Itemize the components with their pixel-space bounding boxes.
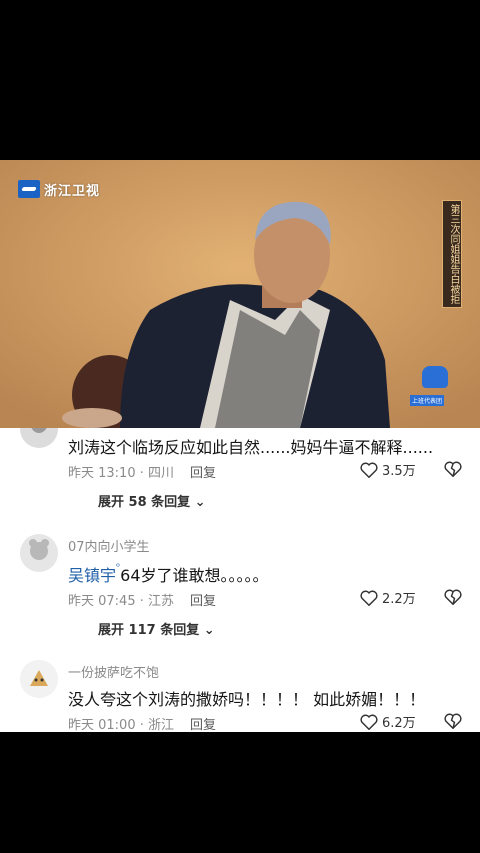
mention-link[interactable]: 吴镇宇 bbox=[68, 566, 116, 585]
heart-icon bbox=[360, 714, 378, 730]
vertical-title-banner: 第三次同姐姐告白被拒 bbox=[442, 200, 462, 308]
reply-button[interactable]: 回复 bbox=[190, 714, 216, 732]
show-badge: 上班代表团 bbox=[410, 366, 458, 406]
avatar[interactable] bbox=[20, 428, 58, 448]
expand-replies-button[interactable]: 展开 117 条回复 ⌄ bbox=[98, 619, 215, 638]
reply-button[interactable]: 回复 bbox=[190, 462, 216, 481]
heart-icon bbox=[360, 462, 378, 478]
comment-username[interactable]: 一份披萨吃不饱 bbox=[68, 662, 159, 681]
comment-text: 没人夸这个刘涛的撒娇吗！！！！ 如此娇媚！！！ bbox=[68, 690, 426, 709]
avatar[interactable] bbox=[20, 534, 58, 572]
comment-list: 刘涛这个临场反应如此自然......妈妈牛逼不解释...... 昨天 13:10… bbox=[0, 428, 480, 732]
broken-heart-icon[interactable] bbox=[444, 461, 462, 477]
comment-text: 吴镇宇ᵒ64岁了谁敢想。。。。。 bbox=[68, 562, 269, 585]
like-button[interactable]: 2.2万 bbox=[360, 588, 416, 607]
chevron-down-icon: ⌄ bbox=[190, 495, 206, 510]
like-button[interactable]: 3.5万 bbox=[360, 460, 416, 479]
channel-logo-icon bbox=[18, 180, 40, 198]
broken-heart-icon[interactable] bbox=[444, 713, 462, 729]
comment-meta: 昨天 13:10 · 四川 bbox=[68, 466, 175, 481]
video-frame bbox=[0, 160, 480, 428]
avatar-image bbox=[20, 534, 58, 572]
heart-icon bbox=[360, 590, 378, 606]
expand-replies-button[interactable]: 展开 58 条回复 ⌄ bbox=[98, 491, 206, 510]
avatar-image bbox=[20, 660, 58, 698]
like-button[interactable]: 6.2万 bbox=[360, 712, 416, 731]
reply-button[interactable]: 回复 bbox=[190, 590, 216, 609]
comment-text: 刘涛这个临场反应如此自然......妈妈牛逼不解释...... bbox=[68, 438, 434, 457]
avatar-image bbox=[20, 428, 58, 448]
video-player[interactable]: 浙江卫视 第三次同姐姐告白被拒 上班代表团 bbox=[0, 160, 480, 428]
avatar[interactable] bbox=[20, 660, 58, 698]
channel-logo: 浙江卫视 bbox=[18, 178, 100, 200]
comment-meta: 昨天 07:45 · 江苏 bbox=[68, 594, 175, 609]
broken-heart-icon[interactable] bbox=[444, 589, 462, 605]
house-icon bbox=[422, 366, 448, 388]
chevron-down-icon: ⌄ bbox=[199, 623, 215, 638]
comment-username[interactable]: 07内向小学生 bbox=[68, 536, 150, 555]
comment-meta: 昨天 01:00 · 浙江 bbox=[68, 718, 175, 732]
